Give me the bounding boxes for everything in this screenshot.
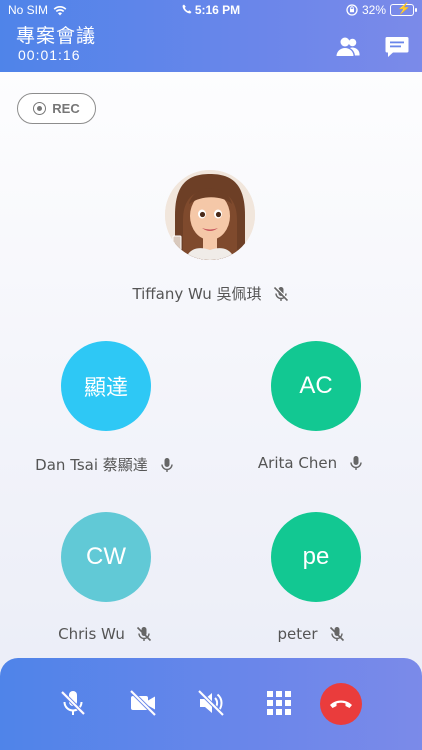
participants-button[interactable] [335, 34, 361, 60]
battery-icon: ⚡ [390, 3, 417, 16]
status-bar: No SIM 5:16 PM 32% ⚡ [0, 0, 422, 20]
call-header: No SIM 5:16 PM 32% ⚡ 專案會議 00:01:16 [0, 0, 422, 72]
record-icon [33, 102, 47, 115]
time-label: 5:16 PM [194, 3, 241, 17]
end-call-button[interactable] [320, 683, 362, 725]
participant-initials: pe [302, 543, 330, 570]
call-control-bar [0, 658, 422, 750]
charging-bolt-icon: ⚡ [397, 3, 411, 15]
participant-initials: AC [299, 372, 333, 399]
participant-initials: CW [86, 543, 126, 570]
record-label: REC [52, 101, 80, 116]
participant-name: peter [277, 625, 318, 643]
mic-icon [350, 456, 362, 470]
participant-name-row: peter [206, 625, 417, 643]
participant-name-row: Chris Wu [0, 625, 211, 643]
participants-icon [336, 37, 360, 56]
speaker-muted-icon [197, 689, 225, 717]
participant-avatar: 顯達 [61, 341, 151, 431]
status-right: 32% ⚡ [346, 3, 417, 17]
participant-name: Dan Tsai 蔡顯達 [35, 456, 148, 474]
meeting-timer: 00:01:16 [18, 47, 81, 63]
participant-avatar: AC [271, 341, 361, 431]
host-avatar [165, 170, 255, 260]
participant-name-row: Arita Chen [206, 454, 417, 472]
keypad-button[interactable] [262, 686, 296, 720]
keypad-icon [267, 691, 291, 715]
battery-label: 32% [361, 3, 386, 17]
participant-name: Arita Chen [257, 454, 338, 472]
mic-muted-icon [273, 285, 289, 301]
orientation-lock-icon [346, 4, 358, 16]
participant-avatar: CW [61, 512, 151, 602]
record-button[interactable]: REC [17, 93, 96, 124]
participant-initials: 顯達 [83, 376, 128, 401]
end-call-icon [330, 700, 352, 708]
video-off-icon [129, 689, 157, 717]
meeting-title: 專案會議 [16, 25, 97, 47]
phone-icon [182, 4, 192, 14]
video-toggle-button[interactable] [126, 686, 160, 720]
mic-muted-icon [136, 626, 151, 642]
host-name: Tiffany Wu 吳佩琪 [132, 285, 262, 303]
host-name-row: Tiffany Wu 吳佩琪 [0, 283, 422, 304]
chat-icon [385, 37, 409, 57]
mic-muted-icon [329, 626, 344, 642]
speaker-toggle-button[interactable] [194, 686, 228, 720]
mic-icon [161, 457, 173, 472]
mic-muted-icon [60, 690, 86, 716]
chat-button[interactable] [384, 34, 410, 60]
participant-name-row: Dan Tsai 蔡顯達 [0, 454, 211, 475]
host-avatar-image [165, 170, 255, 260]
participant-avatar: pe [271, 512, 361, 602]
participant-name: Chris Wu [58, 625, 125, 643]
mute-mic-button[interactable] [56, 686, 90, 720]
